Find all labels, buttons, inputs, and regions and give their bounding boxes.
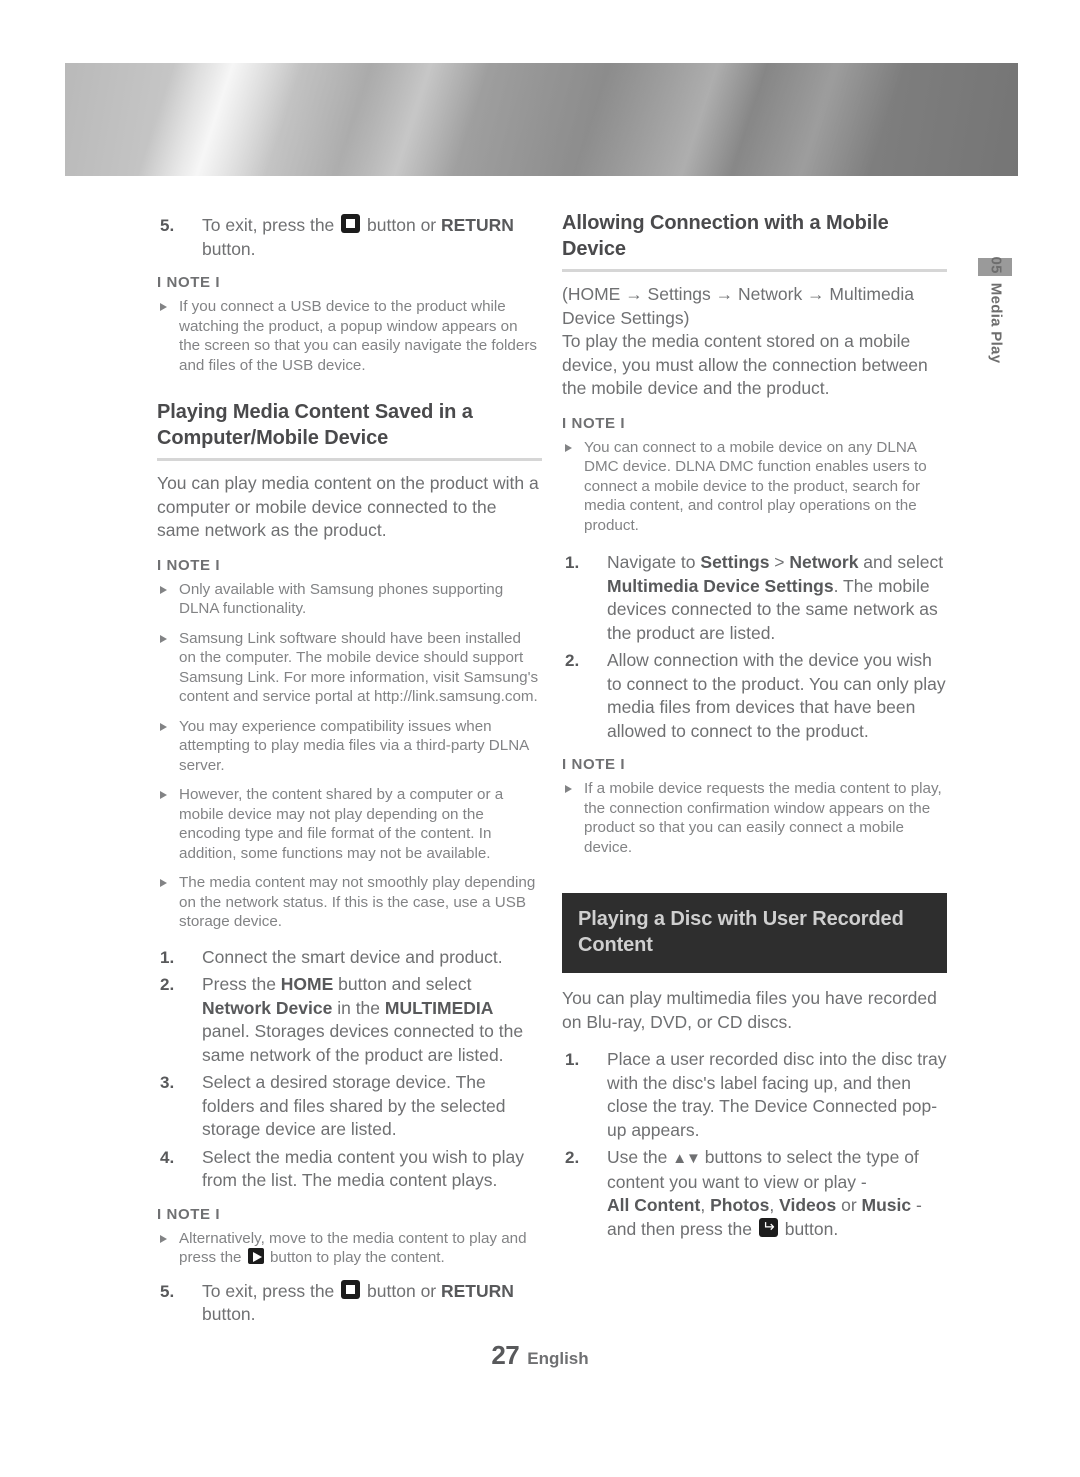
chapter-tab-text: 05 Media Play (988, 257, 1005, 397)
left-steps-list: 1. Connect the smart device and product.… (157, 946, 542, 1193)
note-item: You can connect to a mobile device on an… (562, 438, 947, 536)
step-item: 4. Select the media content you wish to … (157, 1146, 542, 1193)
return-key-label: RETURN (441, 215, 514, 235)
note-item: Only available with Samsung phones suppo… (157, 580, 542, 619)
left-note-top-list: If you connect a USB device to the produ… (157, 297, 542, 375)
note-text-after: button to play the content. (269, 1249, 445, 1266)
option-all-content: All Content (607, 1195, 701, 1215)
disc-steps-list: 1. Place a user recorded disc into the d… (562, 1048, 947, 1241)
stop-button-icon (341, 214, 361, 233)
step-number: 2. (565, 1148, 580, 1167)
step-item: 1. Connect the smart device and product. (157, 946, 542, 970)
page-number: 27 (491, 1340, 520, 1370)
step-text-after: button or (367, 215, 437, 235)
note-label: I NOTE I (157, 1205, 221, 1223)
step-item: 1. Navigate to Settings > Network and se… (562, 551, 947, 645)
note-label: I NOTE I (157, 556, 221, 574)
page-footer: 27 English (0, 1340, 1080, 1371)
step-text: To exit, press the button or RETURN butt… (202, 214, 514, 259)
disc-intro-paragraph: You can play multimedia files you have r… (562, 988, 937, 1032)
step-text: Navigate to Settings > Network and selec… (607, 552, 944, 643)
step-text-before: To exit, press the (202, 1280, 335, 1301)
note-item: If a mobile device requests the media co… (562, 779, 947, 857)
right-notes-bottom-list: If a mobile device requests the media co… (562, 779, 947, 857)
left-step5-bottom-list: 5. To exit, press the button or RETURN b… (157, 1279, 542, 1327)
step-text-a: Use the (607, 1147, 668, 1167)
note-item: If you connect a USB device to the produ… (157, 297, 542, 375)
note-item: The media content may not smoothly play … (157, 873, 542, 932)
note-item: However, the content shared by a compute… (157, 785, 542, 863)
step-text: Use the ▲▼ buttons to select the type of… (607, 1147, 922, 1239)
page-language: English (527, 1349, 589, 1368)
note-item: You may experience compatibility issues … (157, 717, 542, 776)
play-button-icon (247, 1248, 264, 1264)
separator: , (700, 1195, 706, 1215)
step-number: 1. (565, 553, 580, 572)
right-steps-list: 1. Navigate to Settings > Network and se… (562, 551, 947, 743)
header-banner-image (65, 63, 1018, 176)
step-number: 4. (160, 1147, 175, 1167)
note-label: I NOTE I (562, 414, 626, 432)
step-item: 5. To exit, press the button or RETURN b… (157, 214, 542, 261)
step-text-end: button. (202, 238, 256, 259)
right-notes-top-list: You can connect to a mobile device on an… (562, 438, 947, 536)
step-text-after: button or (367, 1280, 437, 1301)
chapter-number: 05 (987, 256, 1005, 274)
option-videos: Videos (779, 1195, 837, 1215)
chapter-tab: 05 Media Play (978, 257, 1012, 408)
step-text: Select the media content you wish to pla… (202, 1146, 524, 1191)
step-number: 5. (160, 216, 175, 235)
option-music: Music (861, 1195, 912, 1215)
page-title-media-content: Playing Media Content Saved in a Compute… (157, 399, 542, 461)
step-text: Select a desired storage device. The fol… (202, 1072, 506, 1139)
menu-path-text: (HOME → Settings → Network → Multimedia … (562, 284, 915, 328)
manual-page: 05 Media Play 5. To exit, press the butto… (0, 0, 1080, 1477)
step-number: 3. (160, 1073, 175, 1092)
step-text: To exit, press the button or RETURN butt… (202, 1279, 514, 1324)
step-item: 5. To exit, press the button or RETURN b… (157, 1279, 542, 1327)
step-item: 3. Select a desired storage device. The … (157, 1071, 542, 1142)
left-intro-paragraph: You can play media content on the produc… (157, 473, 539, 540)
step-text: Place a user recorded disc into the disc… (607, 1049, 947, 1140)
right-intro-paragraph: To play the media content stored on a mo… (562, 331, 928, 398)
separator: , (769, 1195, 775, 1215)
page-title-mobile-connection: Allowing Connection with a Mobile Device (562, 210, 947, 272)
up-down-arrows-icon: ▲▼ (672, 1150, 701, 1167)
step-number: 1. (565, 1050, 580, 1069)
enter-button-icon (758, 1217, 778, 1237)
left-step5-top-list: 5. To exit, press the button or RETURN b… (157, 214, 542, 261)
left-notes-list: Only available with Samsung phones suppo… (157, 580, 542, 932)
page-title-user-recorded-disc: Playing a Disc with User Recorded Conten… (562, 893, 947, 973)
step-number: 5. (160, 1281, 175, 1301)
chapter-label: Media Play (987, 282, 1005, 364)
right-column: Allowing Connection with a Mobile Device… (562, 210, 947, 1245)
stop-button-icon (341, 1279, 361, 1299)
step-text-before: To exit, press the (202, 215, 335, 235)
step-item: 1. Place a user recorded disc into the d… (562, 1048, 947, 1142)
step-item: 2. Use the ▲▼ buttons to select the type… (562, 1146, 947, 1241)
step-number: 1. (160, 947, 175, 967)
return-key-label: RETURN (441, 1280, 514, 1301)
step-text: Press the HOME button and select Network… (202, 974, 524, 1065)
left-column: 5. To exit, press the button or RETURN b… (157, 210, 542, 1331)
note-label: I NOTE I (562, 756, 626, 773)
separator: or (841, 1195, 857, 1215)
step-item: 2. Press the HOME button and select Netw… (157, 973, 542, 1067)
step-text-end: button. (202, 1304, 256, 1324)
step-number: 2. (160, 975, 175, 994)
note-item: Alternatively, move to the media content… (157, 1229, 542, 1268)
step-text-d: button. (784, 1218, 839, 1239)
step-number: 2. (565, 651, 580, 670)
step-text: Allow connection with the device you wis… (607, 650, 946, 741)
step-text: Connect the smart device and product. (202, 946, 503, 967)
option-photos: Photos (710, 1195, 770, 1215)
left-note-bottom-list: Alternatively, move to the media content… (157, 1229, 542, 1268)
note-item: Samsung Link software should have been i… (157, 629, 542, 707)
note-label: I NOTE I (157, 274, 221, 291)
step-item: 2. Allow connection with the device you … (562, 649, 947, 743)
